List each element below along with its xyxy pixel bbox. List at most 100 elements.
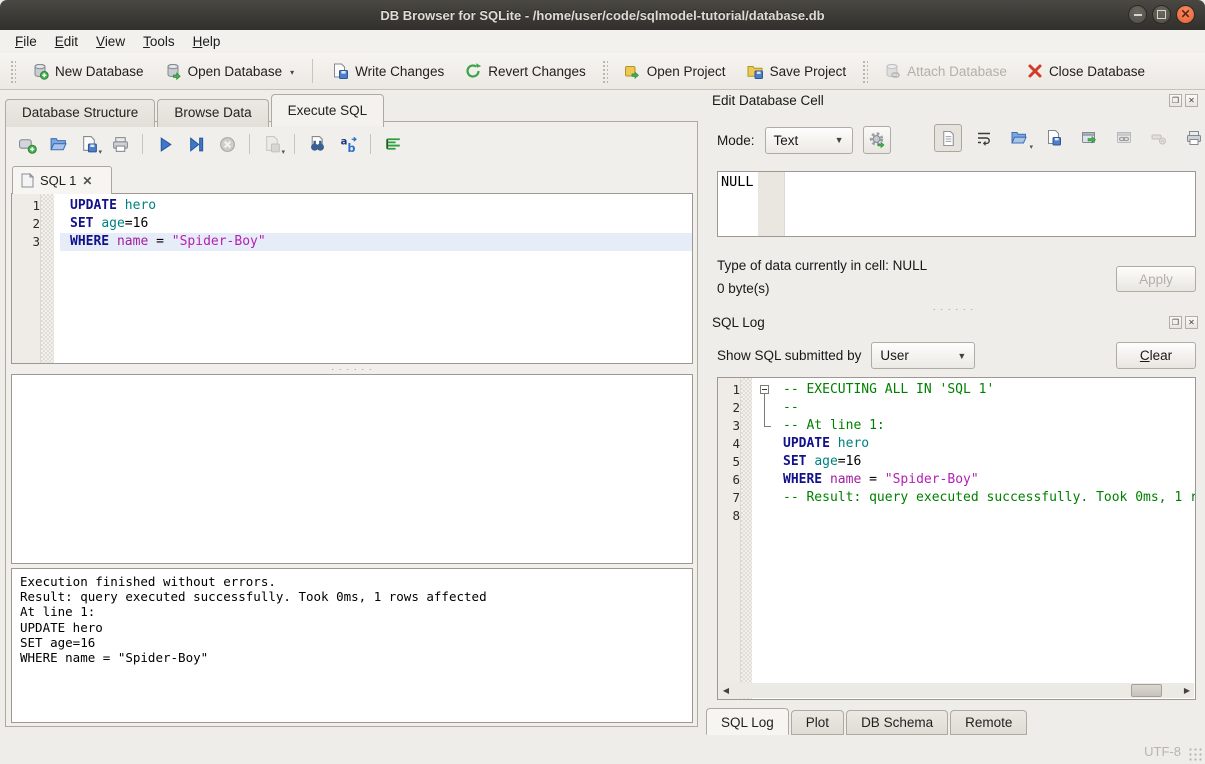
- revert-changes-icon: [464, 62, 482, 80]
- cell-value-editor[interactable]: NULL: [717, 171, 1196, 237]
- title-bar[interactable]: DB Browser for SQLite - /home/user/code/…: [0, 0, 1205, 30]
- tab-database-structure[interactable]: Database Structure: [5, 99, 155, 127]
- code-line: 7-- Result: query executed successfully.…: [718, 489, 1195, 507]
- toolbar-grip[interactable]: [601, 59, 608, 83]
- revert-changes-button[interactable]: Revert Changes: [456, 58, 594, 84]
- tab-execute-sql[interactable]: Execute SQL: [271, 94, 385, 127]
- resize-grip[interactable]: [1188, 747, 1202, 761]
- maximize-button[interactable]: [1152, 5, 1171, 24]
- sql-toolbar-separator: [294, 134, 295, 154]
- scroll-right-arrow-icon[interactable]: ▶: [1180, 684, 1194, 697]
- gear-icon: [867, 130, 887, 150]
- menu-help[interactable]: Help: [184, 31, 230, 52]
- cell-size-label: 0 byte(s): [717, 281, 770, 296]
- import-cell-data-button[interactable]: ▾: [1006, 125, 1032, 151]
- right-dock-area: Edit Database Cell ❐ ✕ Mode: Text▼ ▾: [702, 90, 1205, 738]
- menu-file[interactable]: File: [6, 31, 46, 52]
- execute-sql-panel: ▾ ▾ ab: [5, 121, 698, 727]
- scrollbar-thumb[interactable]: [1131, 684, 1162, 697]
- sql-editor-tab[interactable]: SQL 1 ✕: [12, 166, 112, 194]
- save-sql-file-button[interactable]: ▾: [76, 131, 102, 157]
- save-results-dropdown-arrow: ▾: [281, 148, 285, 156]
- log-filter-select[interactable]: User▼: [871, 342, 975, 369]
- find-icon: [308, 135, 327, 154]
- execute-current-line-button[interactable]: [183, 131, 209, 157]
- sql-log-view[interactable]: 1-- EXECUTING ALL IN 'SQL 1'2--3-- At li…: [717, 377, 1196, 700]
- float-panel-icon[interactable]: ❐: [1169, 94, 1182, 107]
- fold-marker: [758, 507, 773, 525]
- message-line: SET age=16: [20, 635, 684, 650]
- menu-tools[interactable]: Tools: [134, 31, 184, 52]
- close-database-button[interactable]: Close Database: [1019, 59, 1153, 83]
- database-open-icon: [164, 62, 182, 80]
- toolbar-grip[interactable]: [9, 59, 16, 83]
- find-button[interactable]: [304, 131, 330, 157]
- close-panel-icon[interactable]: ✕: [1185, 316, 1198, 329]
- attach-database-icon: [883, 62, 901, 80]
- import-dropdown-arrow[interactable]: ▾: [1029, 143, 1033, 151]
- minimize-button[interactable]: [1128, 5, 1147, 24]
- open-project-button[interactable]: Open Project: [615, 58, 734, 84]
- open-database-dropdown-arrow[interactable]: ▾: [290, 68, 294, 80]
- word-wrap-icon: [975, 129, 993, 147]
- execute-all-button[interactable]: [152, 131, 178, 157]
- menu-edit[interactable]: Edit: [46, 31, 87, 52]
- print-cell-button[interactable]: [1181, 125, 1205, 151]
- new-database-button[interactable]: New Database: [23, 58, 152, 84]
- fold-marker: [758, 435, 773, 453]
- line-number: 3: [12, 233, 46, 251]
- code-line: 3-- At line 1:: [718, 417, 1195, 435]
- toolbar-grip[interactable]: [861, 59, 868, 83]
- float-panel-icon[interactable]: ❐: [1169, 316, 1182, 329]
- new-tab-icon: [18, 135, 37, 154]
- mode-select[interactable]: Text▼: [765, 127, 853, 154]
- dock-splitter[interactable]: [702, 305, 1205, 312]
- scroll-left-arrow-icon[interactable]: ◀: [719, 684, 733, 697]
- close-database-icon: [1027, 63, 1043, 79]
- window-title: DB Browser for SQLite - /home/user/code/…: [380, 8, 824, 23]
- dock-tab-db-schema[interactable]: DB Schema: [846, 710, 948, 735]
- menu-view[interactable]: View: [87, 31, 134, 52]
- fold-marker[interactable]: [758, 381, 773, 399]
- save-results-icon: [263, 135, 282, 154]
- save-project-button[interactable]: Save Project: [738, 58, 855, 84]
- format-sql-button[interactable]: [380, 131, 406, 157]
- cell-value: NULL: [721, 174, 754, 190]
- stop-icon: [218, 135, 237, 154]
- dock-tab-remote[interactable]: Remote: [950, 710, 1027, 735]
- export-cell-data-button[interactable]: [1041, 125, 1067, 151]
- print-sql-button[interactable]: [107, 131, 133, 157]
- write-changes-button[interactable]: Write Changes: [323, 58, 452, 84]
- open-in-external-button[interactable]: [1076, 125, 1102, 151]
- new-sql-tab-button[interactable]: [14, 131, 40, 157]
- fold-marker: [758, 489, 773, 507]
- dock-tab-sql-log[interactable]: SQL Log: [706, 708, 789, 735]
- open-sql-file-button[interactable]: [45, 131, 71, 157]
- app-window: DB Browser for SQLite - /home/user/code/…: [0, 0, 1205, 764]
- editor-results-splitter[interactable]: [11, 365, 693, 372]
- sql-code-editor[interactable]: 1UPDATE hero2SET age=163WHERE name = "Sp…: [11, 193, 693, 364]
- message-line: At line 1:: [20, 604, 684, 619]
- text-mode-toggle[interactable]: [934, 124, 962, 152]
- log-horizontal-scrollbar[interactable]: ◀ ▶: [719, 683, 1194, 698]
- close-tab-icon[interactable]: ✕: [82, 174, 92, 188]
- dock-tab-plot[interactable]: Plot: [791, 710, 844, 735]
- replace-button[interactable]: ab: [335, 131, 361, 157]
- code-line: 3WHERE name = "Spider-Boy": [12, 233, 692, 251]
- close-panel-icon[interactable]: ✕: [1185, 94, 1198, 107]
- auto-apply-button[interactable]: [863, 126, 891, 154]
- execution-message-area[interactable]: Execution finished without errors.Result…: [11, 568, 693, 723]
- clear-log-button[interactable]: Clear: [1116, 342, 1196, 369]
- encoding-status: UTF-8: [1144, 744, 1181, 759]
- sql-file-icon: [21, 173, 34, 188]
- results-grid[interactable]: [11, 374, 693, 564]
- close-window-button[interactable]: ✕: [1176, 5, 1195, 24]
- open-project-icon: [623, 62, 641, 80]
- svg-text:b: b: [347, 141, 355, 153]
- word-wrap-button[interactable]: [971, 125, 997, 151]
- tab-browse-data[interactable]: Browse Data: [157, 99, 268, 127]
- save-sql-dropdown-arrow[interactable]: ▾: [98, 148, 102, 156]
- open-database-button[interactable]: Open Database ▾: [156, 58, 303, 84]
- line-number: 6: [718, 471, 746, 489]
- fold-marker: [758, 453, 773, 471]
